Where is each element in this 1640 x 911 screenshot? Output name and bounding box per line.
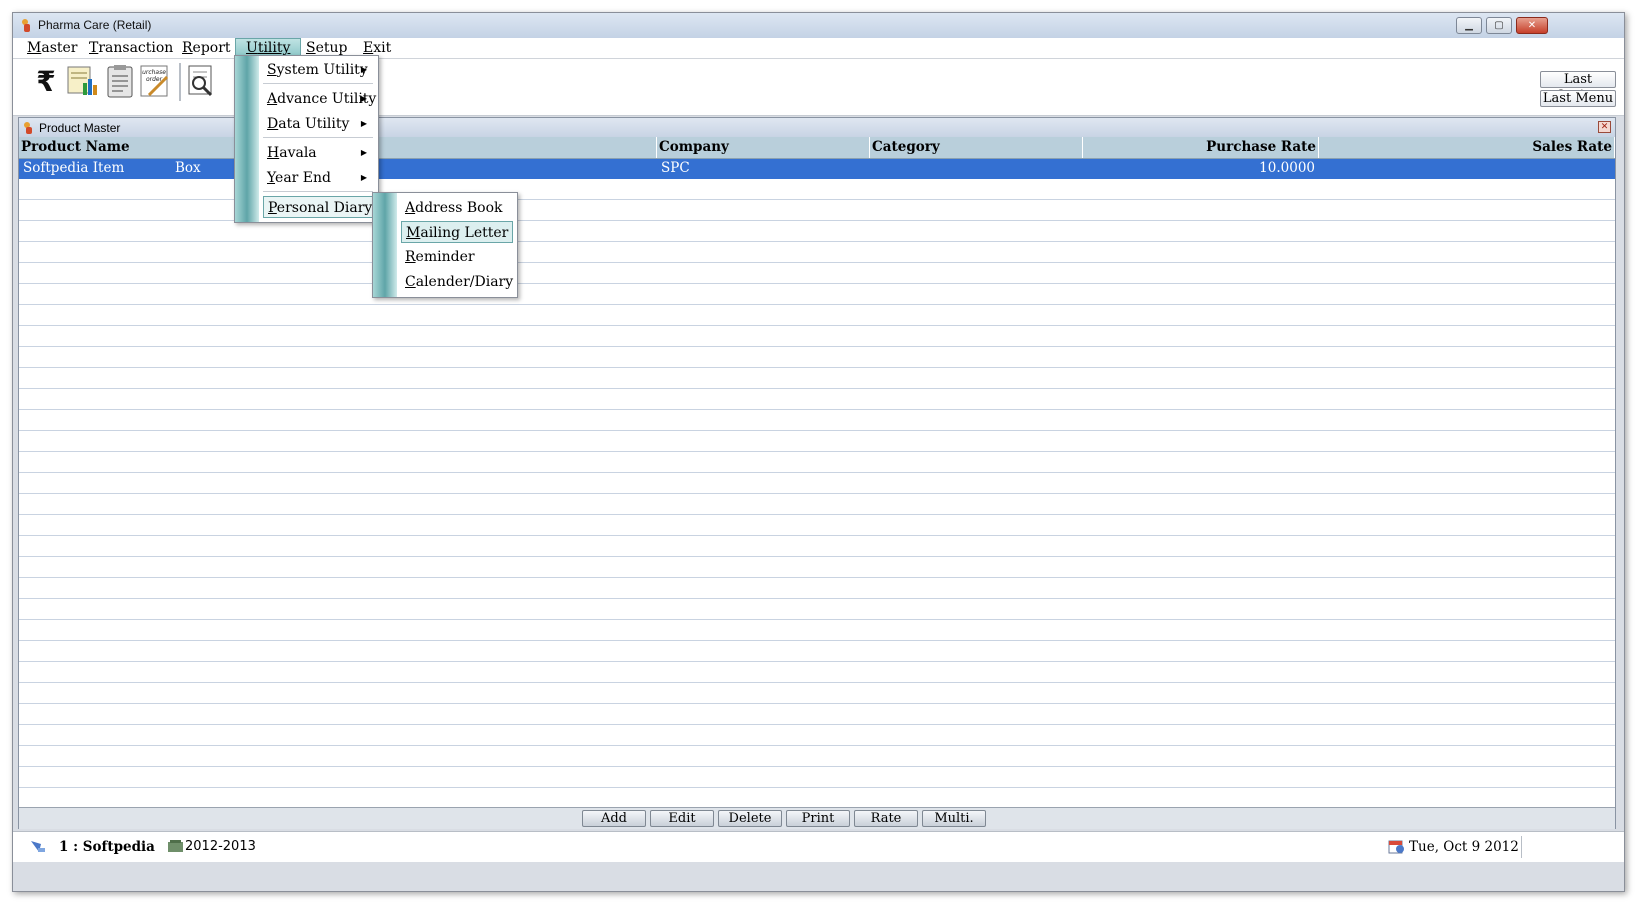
product-grid: Product Name Company Category Purchase R…	[19, 137, 1615, 807]
last-option-button[interactable]: Last Option	[1540, 71, 1616, 103]
menu-report[interactable]: Report	[182, 40, 231, 56]
status-year: 2012-2013	[185, 839, 256, 854]
toolbar-separator	[179, 63, 181, 101]
utility-dropdown-menu: System Utility ▶ Advance Utility ▶ Data Ut…	[234, 55, 379, 223]
menu-item-mailing-letter[interactable]: Mailing Letter	[401, 221, 513, 243]
submenu-accent-stripe	[373, 193, 397, 297]
menu-exit[interactable]: Exit	[363, 40, 391, 56]
svg-text:urchase: urchase	[142, 69, 166, 76]
find-document-icon[interactable]	[185, 63, 219, 99]
edit-button[interactable]: Edit	[650, 810, 714, 827]
product-master-close-button[interactable]: ✕	[1598, 121, 1611, 133]
rate-button[interactable]: Rate	[854, 810, 918, 827]
svg-text:₹: ₹	[36, 65, 55, 98]
purchase-order-icon[interactable]: urchase order	[139, 63, 173, 99]
menu-item-advance-utility[interactable]: Advance Utility ▶	[263, 88, 376, 110]
submenu-arrow-icon: ▶	[360, 65, 367, 74]
status-company: 1 : Softpedia	[59, 839, 155, 855]
menu-separator	[263, 191, 373, 192]
menu-separator	[263, 83, 373, 84]
sales-report-icon[interactable]	[65, 63, 99, 99]
menu-item-reminder[interactable]: Reminder	[401, 246, 513, 268]
submenu-arrow-icon: ▶	[360, 148, 367, 157]
add-button[interactable]: Add	[582, 810, 646, 827]
clipboard-icon[interactable]	[103, 63, 137, 99]
column-company[interactable]: Company	[657, 137, 870, 158]
menu-transaction[interactable]: Transaction	[89, 40, 173, 56]
product-master-window: Product Master ✕ Product Name Company Ca…	[18, 117, 1616, 829]
submenu-arrow-icon: ▶	[360, 173, 367, 182]
last-menu-button[interactable]: Last Menu	[1540, 90, 1616, 107]
app-icon	[22, 19, 30, 32]
column-sales-rate[interactable]: Sales Rate	[1319, 137, 1615, 158]
menu-accent-stripe	[235, 56, 259, 222]
cell-company: SPC	[661, 160, 690, 176]
close-button[interactable]: ✕	[1516, 17, 1548, 34]
print-button[interactable]: Print	[786, 810, 850, 827]
cell-purchase-rate: 10.0000	[1259, 160, 1315, 176]
menu-item-calender-diary[interactable]: Calender/Diary	[401, 271, 513, 293]
menu-item-year-end[interactable]: Year End ▶	[263, 167, 373, 189]
submenu-arrow-icon: ▶	[360, 119, 367, 128]
action-bar: Add Edit Delete Print Rate Multi.	[19, 807, 1615, 829]
menu-item-data-utility[interactable]: Data Utility ▶	[263, 113, 373, 135]
rupee-icon[interactable]: ₹	[29, 63, 63, 99]
product-master-title: Product Master	[39, 121, 121, 135]
status-bar: 1 : Softpedia 2012-2013 Tue, Oct 9 2012	[13, 831, 1624, 862]
cell-unit: Box	[175, 160, 201, 176]
menu-item-address-book[interactable]: Address Book	[401, 197, 513, 219]
status-separator	[1521, 836, 1522, 858]
financial-year-icon	[168, 840, 183, 852]
menu-item-personal-diary[interactable]: Personal Diary	[263, 196, 373, 218]
maximize-button[interactable]: ▢	[1486, 17, 1512, 34]
product-master-icon	[24, 122, 32, 134]
delete-button[interactable]: Delete	[718, 810, 782, 827]
multi-button[interactable]: Multi.	[922, 810, 986, 827]
column-category[interactable]: Category	[870, 137, 1083, 158]
menu-item-havala[interactable]: Havala ▶	[263, 142, 373, 164]
column-purchase-rate[interactable]: Purchase Rate	[1083, 137, 1319, 158]
minimize-button[interactable]: ▁	[1456, 17, 1482, 34]
menu-separator	[263, 137, 373, 138]
title-bar: Pharma Care (Retail) ▁ ▢ ✕	[13, 13, 1624, 39]
company-icon	[31, 841, 45, 852]
menu-setup[interactable]: Setup	[306, 40, 347, 56]
calendar-icon	[1388, 840, 1404, 854]
window-title: Pharma Care (Retail)	[38, 18, 152, 32]
cell-product-name: Softpedia Item	[23, 160, 125, 176]
status-date: Tue, Oct 9 2012	[1409, 839, 1519, 855]
menu-item-system-utility[interactable]: System Utility ▶	[263, 59, 373, 81]
submenu-arrow-icon: ▶	[360, 94, 367, 103]
empty-grid-rows	[19, 179, 1615, 807]
menu-master[interactable]: Master	[27, 40, 77, 56]
personal-diary-submenu: Address Book Mailing Letter Reminder Cal…	[372, 192, 518, 298]
